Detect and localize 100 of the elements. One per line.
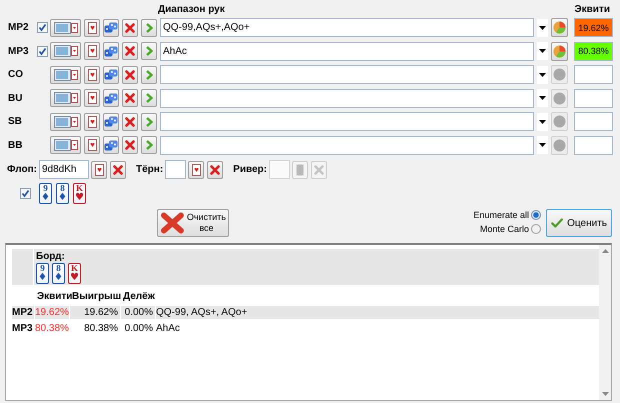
- equity-field[interactable]: [574, 88, 613, 108]
- player-label: SB: [8, 116, 23, 127]
- card-button[interactable]: [91, 160, 107, 178]
- apply-button[interactable]: [141, 66, 157, 84]
- card-icon: [88, 68, 96, 80]
- table-cell: MP3: [12, 322, 34, 335]
- radio-option[interactable]: Enumerate all: [473, 210, 541, 220]
- card-button[interactable]: [84, 18, 100, 36]
- dropdown-button[interactable]: [537, 42, 548, 60]
- circle-icon: [553, 138, 566, 152]
- checkbox[interactable]: [20, 188, 31, 198]
- clear-button[interactable]: [122, 18, 138, 36]
- scrollbar[interactable]: [599, 245, 611, 400]
- evaluate-button[interactable]: Оценить: [546, 209, 612, 237]
- random-button[interactable]: [103, 89, 119, 107]
- clear-all-button[interactable]: Очистить все: [157, 209, 229, 237]
- range-field[interactable]: QQ-99,AQs+,AQo+: [160, 18, 534, 37]
- caret-icon: [539, 120, 546, 124]
- dropdown-button[interactable]: [537, 136, 548, 154]
- chart-button[interactable]: [551, 42, 568, 60]
- range-field[interactable]: AhAc: [160, 42, 534, 60]
- pie-chart-icon: [553, 44, 566, 58]
- player-label: BU: [8, 92, 24, 104]
- range-matrix-button[interactable]: [50, 136, 81, 154]
- range-matrix-button[interactable]: [50, 112, 81, 130]
- dice-icon: [104, 92, 118, 104]
- table-cell: MP2: [12, 306, 34, 319]
- range-matrix-button[interactable]: [50, 18, 81, 36]
- table-cell: 0.00%: [121, 306, 155, 319]
- chart-button[interactable]: [551, 18, 568, 37]
- range-matrix-button[interactable]: [50, 66, 81, 84]
- caret-icon: [539, 143, 546, 147]
- board-label: Борд:: [36, 251, 66, 262]
- check-icon: [21, 188, 30, 198]
- flop-field[interactable]: 9d8dKh: [39, 160, 89, 179]
- random-button[interactable]: [103, 136, 119, 154]
- apply-button[interactable]: [141, 18, 157, 36]
- equity-field[interactable]: 19.62%: [574, 18, 613, 37]
- random-button[interactable]: [103, 66, 119, 84]
- clear-button[interactable]: [122, 42, 138, 60]
- river-label: Ривер:: [233, 164, 267, 175]
- radio-option[interactable]: Monte Carlo: [480, 224, 541, 234]
- card-button[interactable]: [84, 42, 100, 60]
- caret-icon: [539, 96, 546, 100]
- dropdown-button[interactable]: [537, 112, 548, 130]
- cross-icon: [160, 212, 185, 234]
- table-cell-text: AhAc: [156, 322, 181, 335]
- equity-field[interactable]: [574, 136, 613, 154]
- range-field[interactable]: [160, 65, 534, 84]
- random-button[interactable]: [103, 18, 119, 36]
- grid-icon: [54, 139, 78, 151]
- clear-button[interactable]: [110, 160, 126, 178]
- cross-icon: [314, 164, 324, 174]
- column-header: Диапазон рук: [158, 4, 225, 14]
- playing-card: K ♥: [68, 263, 81, 284]
- clear-button[interactable]: [122, 66, 138, 84]
- dropdown-button[interactable]: [537, 66, 548, 84]
- cross-icon: [125, 140, 135, 150]
- range-field[interactable]: [160, 88, 534, 108]
- range-field[interactable]: [160, 136, 534, 154]
- table-cell: 80.38%: [35, 322, 69, 335]
- check-icon: [38, 23, 47, 32]
- checkbox[interactable]: [37, 46, 48, 56]
- dropdown-button[interactable]: [537, 89, 548, 107]
- turn-field[interactable]: [165, 160, 186, 179]
- card-icon: [88, 92, 96, 104]
- dropdown-button[interactable]: [537, 18, 548, 36]
- card-button[interactable]: [188, 160, 204, 178]
- random-button[interactable]: [103, 42, 119, 60]
- grid-icon: [54, 116, 78, 128]
- apply-button[interactable]: [141, 42, 157, 60]
- card-button[interactable]: [84, 136, 100, 154]
- clear-button[interactable]: [122, 112, 138, 130]
- circle-icon: [553, 68, 566, 81]
- checkbox[interactable]: [37, 22, 48, 33]
- random-button[interactable]: [103, 112, 119, 130]
- clear-button[interactable]: [122, 136, 138, 154]
- apply-button[interactable]: [141, 89, 157, 107]
- turn-label: Тёрн:: [136, 164, 164, 175]
- clear-button[interactable]: [122, 89, 138, 107]
- card-button[interactable]: [84, 112, 100, 130]
- equity-field[interactable]: [574, 65, 613, 84]
- range-matrix-button[interactable]: [50, 89, 81, 107]
- circle-icon: [553, 92, 566, 104]
- card-button[interactable]: [84, 89, 100, 107]
- equity-field[interactable]: 80.38%: [574, 42, 613, 60]
- card-button[interactable]: [84, 66, 100, 84]
- grid-icon: [54, 22, 78, 34]
- equity-field[interactable]: [574, 112, 613, 131]
- apply-button[interactable]: [141, 136, 157, 154]
- range-matrix-button[interactable]: [50, 42, 81, 60]
- playing-card: 9 ♦: [39, 182, 52, 204]
- chevron-icon: [146, 93, 152, 103]
- clear-button[interactable]: [207, 160, 224, 178]
- card-icon: [296, 164, 304, 176]
- circle-icon: [553, 115, 566, 128]
- range-field[interactable]: [160, 112, 534, 131]
- card-icon: [88, 22, 96, 34]
- scroll-down-icon: [602, 392, 608, 396]
- apply-button[interactable]: [141, 112, 157, 130]
